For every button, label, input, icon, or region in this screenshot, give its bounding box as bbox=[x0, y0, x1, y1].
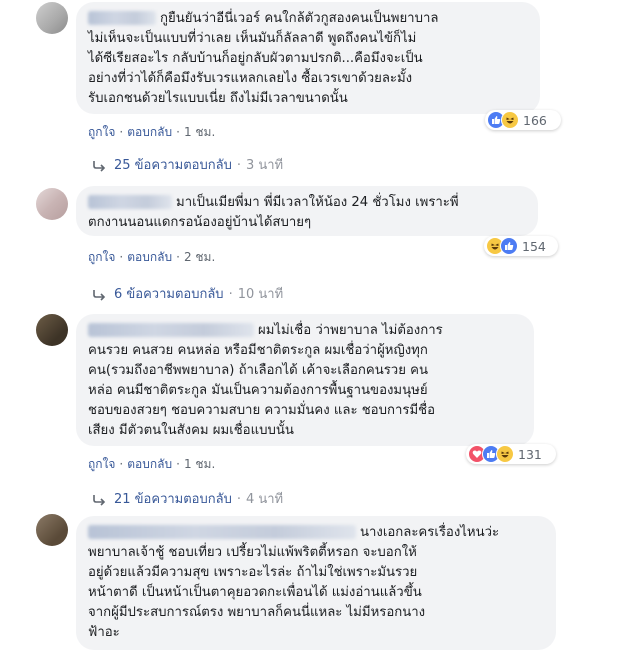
reaction-summary[interactable]: 166 bbox=[485, 110, 561, 130]
view-replies-link[interactable]: 25 ข้อความตอบกลับ · 3 นาที bbox=[92, 154, 283, 175]
like-link[interactable]: ถูกใจ bbox=[88, 250, 115, 264]
replies-time: 3 นาที bbox=[245, 158, 284, 173]
comment-text-line: อย่างที่ว่าได้ก็คือมึงรับเวรแหลกเลยไง ซื… bbox=[88, 71, 413, 86]
comment-1: กูยืนยันว่าอีนี่เวอร์ คนใกล้ตัวกูสองคนเป… bbox=[0, 0, 622, 178]
avatar[interactable] bbox=[36, 188, 68, 220]
comment-actions: ถูกใจ · ตอบกลับ · 1 ชม. bbox=[88, 457, 216, 471]
haha-icon bbox=[501, 111, 519, 129]
comment-actions: ถูกใจ · ตอบกลับ · 1 ชม. bbox=[88, 125, 216, 139]
comment-text-line: ตกงานนอนแดกรอน้องอยู่บ้านได้สบายๆ bbox=[88, 215, 312, 230]
comment-bubble: กูยืนยันว่าอีนี่เวอร์ คนใกล้ตัวกูสองคนเป… bbox=[76, 2, 540, 114]
reaction-summary[interactable]: 154 bbox=[484, 236, 558, 256]
commenter-name[interactable] bbox=[88, 323, 254, 337]
comment-text-line: หล่อ คนมีชาติตระกูล มันเป็นความต้องการพื… bbox=[88, 383, 428, 398]
comment-4: นางเอกละครเรื่องไหนว่ะ พยาบาลเจ้าชู้ ชอบ… bbox=[0, 512, 622, 650]
replies-time: 4 นาที bbox=[245, 492, 284, 507]
reaction-count: 154 bbox=[522, 238, 546, 254]
comment-text-line: รับเอกชนด้วยไรแบบเนี่ย ถึงไม่มีเวลาขนาดน… bbox=[88, 91, 348, 106]
comment-text-line: คนรวย คนสวย คนหล่อ หรือมีชาติตระกูล ผมเช… bbox=[88, 343, 428, 358]
comment-3: ผมไม่เชื่อ ว่าพยาบาล ไม่ต้องการ คนรวย คน… bbox=[0, 310, 622, 510]
comment-text-line: เสียง มีตัวตนในสังคม ผมเชื่อแบบนั้น bbox=[88, 423, 294, 438]
comment-text-line: พยาบาลเจ้าชู้ ชอบเที่ยว เปรี้ยวไม่แพ้พริ… bbox=[88, 545, 417, 560]
commenter-name[interactable] bbox=[88, 525, 356, 539]
like-icon bbox=[500, 237, 518, 255]
comment-time[interactable]: 1 ชม. bbox=[184, 457, 215, 471]
comment-text-line: ชอบของสวยๆ ชอบความสบาย ความมั่นคง และ ชอ… bbox=[88, 403, 436, 418]
comment-text-line: ฟ้าอะ bbox=[88, 625, 120, 640]
reply-arrow-icon bbox=[93, 289, 106, 301]
comment-text-line: มาเป็นเมียพี่มา พี่มีเวลาให้น้อง 24 ชั่ว… bbox=[176, 195, 459, 210]
commenter-name[interactable] bbox=[88, 11, 156, 25]
reply-link[interactable]: ตอบกลับ bbox=[127, 457, 172, 471]
comment-bubble: นางเอกละครเรื่องไหนว่ะ พยาบาลเจ้าชู้ ชอบ… bbox=[76, 516, 556, 650]
replies-count[interactable]: 25 ข้อความตอบกลับ bbox=[114, 158, 232, 173]
comment-text-line: อยู่ด้วยแล้วมีความสุข เพราะอะไรล่ะ ถ้าไม… bbox=[88, 565, 418, 580]
avatar[interactable] bbox=[36, 514, 68, 546]
comment-time[interactable]: 2 ชม. bbox=[184, 250, 215, 264]
like-link[interactable]: ถูกใจ bbox=[88, 457, 115, 471]
reaction-count: 131 bbox=[518, 446, 542, 462]
reply-arrow-icon bbox=[93, 494, 106, 506]
comment-text-line: ได้ซีเรียสอะไร กลับบ้านก็อยู่กลับผัวตามป… bbox=[88, 51, 423, 66]
replies-count[interactable]: 21 ข้อความตอบกลับ bbox=[114, 492, 232, 507]
comment-actions: ถูกใจ · ตอบกลับ · 2 ชม. bbox=[88, 250, 216, 264]
comment-text-line: นางเอกละครเรื่องไหนว่ะ bbox=[360, 525, 500, 540]
avatar[interactable] bbox=[36, 2, 68, 34]
comment-text-line: ผมไม่เชื่อ ว่าพยาบาล ไม่ต้องการ bbox=[258, 323, 443, 338]
comment-bubble: มาเป็นเมียพี่มา พี่มีเวลาให้น้อง 24 ชั่ว… bbox=[76, 186, 538, 236]
reaction-summary[interactable]: 131 bbox=[466, 444, 556, 464]
reaction-count: 166 bbox=[523, 112, 547, 128]
comment-text-line: กูยืนยันว่าอีนี่เวอร์ คนใกล้ตัวกูสองคนเป… bbox=[160, 11, 439, 26]
like-link[interactable]: ถูกใจ bbox=[88, 125, 115, 139]
comment-bubble: ผมไม่เชื่อ ว่าพยาบาล ไม่ต้องการ คนรวย คน… bbox=[76, 314, 534, 446]
haha-icon bbox=[496, 445, 514, 463]
view-replies-link[interactable]: 6 ข้อความตอบกลับ · 10 นาที bbox=[92, 283, 283, 304]
commenter-name[interactable] bbox=[88, 195, 172, 209]
comment-text-line: ไม่เห็นจะเป็นแบบที่ว่าเลย เห็นมันก็ลัลลา… bbox=[88, 31, 417, 46]
reply-link[interactable]: ตอบกลับ bbox=[127, 250, 172, 264]
reply-arrow-icon bbox=[93, 160, 106, 172]
view-replies-link[interactable]: 21 ข้อความตอบกลับ · 4 นาที bbox=[92, 488, 283, 509]
comment-text-line: คน(รวมถึงอาชีพพยาบาล) ถ้าเลือกได้ เค้าจะ… bbox=[88, 363, 428, 378]
comment-2: มาเป็นเมียพี่มา พี่มีเวลาให้น้อง 24 ชั่ว… bbox=[0, 180, 622, 308]
replies-count[interactable]: 6 ข้อความตอบกลับ bbox=[114, 287, 224, 302]
replies-time: 10 นาที bbox=[237, 287, 284, 302]
comment-time[interactable]: 1 ชม. bbox=[184, 125, 215, 139]
avatar[interactable] bbox=[36, 314, 68, 346]
reply-link[interactable]: ตอบกลับ bbox=[127, 125, 172, 139]
comment-text-line: จากผู้มีประสบการณ์ตรง พยาบาลก็คนนี่แหละ … bbox=[88, 605, 426, 620]
comment-text-line: หน้าตาดี เป็นหน้าเป็นตาคุยอวดกะเพื่อนได้… bbox=[88, 585, 422, 600]
